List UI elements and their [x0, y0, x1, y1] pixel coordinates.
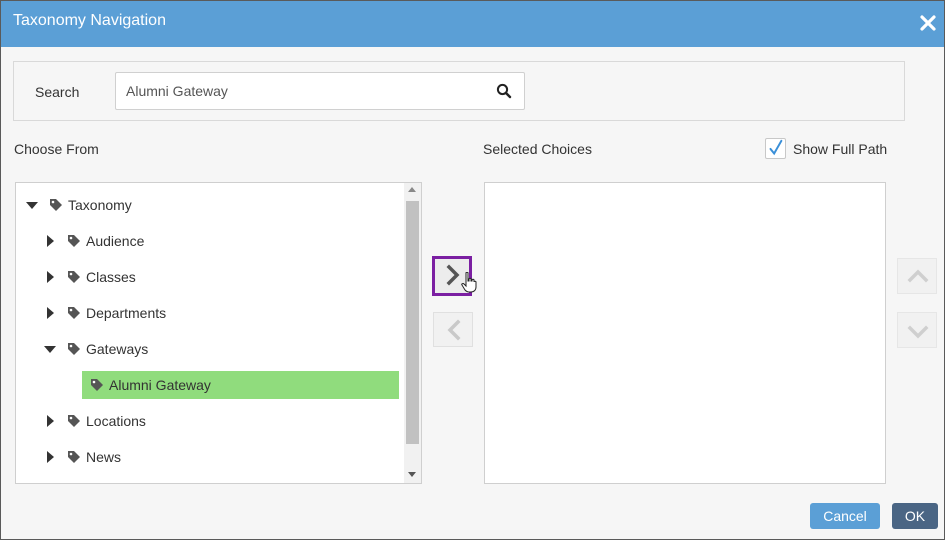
scroll-thumb[interactable]: [406, 201, 419, 444]
tag-icon: [68, 307, 80, 319]
tree-scrollbar[interactable]: [404, 183, 421, 483]
tag-icon: [91, 379, 103, 391]
tree-item-gateways[interactable]: Gateways: [43, 335, 148, 363]
chevron-up-icon: [907, 269, 929, 283]
tree-item-classes[interactable]: Classes: [43, 263, 136, 291]
tree-item-label: Taxonomy: [68, 197, 132, 213]
tree-item-alumni-gateway[interactable]: Alumni Gateway: [82, 371, 399, 399]
dialog-titlebar: Taxonomy Navigation: [1, 1, 944, 47]
tag-icon: [68, 235, 80, 247]
caret-right-icon[interactable]: [43, 306, 57, 320]
cancel-button[interactable]: Cancel: [810, 503, 880, 529]
selected-choices-list[interactable]: [484, 182, 886, 484]
chevron-down-icon: [907, 325, 929, 339]
tree-item-label: News: [86, 449, 122, 465]
close-icon[interactable]: [918, 13, 938, 33]
search-input[interactable]: [116, 73, 486, 109]
caret-down-icon[interactable]: [43, 342, 57, 356]
show-full-path-checkbox[interactable]: [765, 138, 786, 159]
search-section: Search: [13, 61, 905, 121]
tree-item-label: Audience: [86, 233, 145, 249]
choose-from-label: Choose From: [14, 141, 99, 157]
tree-item-label: Classes: [86, 269, 136, 285]
checkmark-icon: [769, 139, 783, 156]
tree-item-label: Alumni Gateway: [109, 377, 211, 393]
tree-item-audience[interactable]: Audience: [43, 227, 144, 255]
search-field[interactable]: [115, 72, 525, 110]
dialog-title: Taxonomy Navigation: [13, 12, 166, 29]
selected-choices-label: Selected Choices: [483, 141, 592, 157]
caret-right-icon[interactable]: [43, 414, 57, 428]
remove-selection-button[interactable]: [433, 312, 473, 347]
tag-icon: [68, 343, 80, 355]
tag-icon: [68, 271, 80, 283]
caret-down-icon[interactable]: [25, 198, 39, 212]
ok-button[interactable]: OK: [892, 503, 938, 529]
tree-item-locations[interactable]: Locations: [43, 407, 146, 435]
tag-icon: [68, 451, 80, 463]
tag-icon: [68, 415, 80, 427]
choose-from-tree: Taxonomy Audience Classes Departments Ga…: [15, 182, 422, 484]
tree-item-taxonomy[interactable]: Taxonomy: [25, 191, 132, 219]
show-full-path-label: Show Full Path: [793, 141, 888, 157]
caret-right-icon[interactable]: [43, 270, 57, 284]
hand-cursor-icon: [461, 272, 477, 293]
chevron-left-icon: [447, 319, 461, 341]
scroll-down-arrow-icon[interactable]: [408, 472, 416, 477]
tag-icon: [50, 199, 62, 211]
search-label: Search: [35, 84, 80, 100]
caret-right-icon[interactable]: [43, 450, 57, 464]
move-down-button[interactable]: [897, 312, 937, 348]
caret-right-icon[interactable]: [43, 234, 57, 248]
scroll-up-arrow-icon[interactable]: [408, 187, 416, 192]
tree-item-label: Gateways: [86, 341, 149, 357]
tree-item-label: Departments: [86, 305, 167, 321]
tree-item-label: Locations: [86, 413, 146, 429]
tree-item-departments[interactable]: Departments: [43, 299, 166, 327]
add-selection-button[interactable]: [432, 256, 477, 296]
search-icon[interactable]: [496, 83, 512, 99]
tree-item-news[interactable]: News: [43, 443, 121, 471]
move-up-button[interactable]: [897, 258, 937, 294]
taxonomy-dialog: Taxonomy Navigation Search Choose From S…: [0, 0, 945, 540]
